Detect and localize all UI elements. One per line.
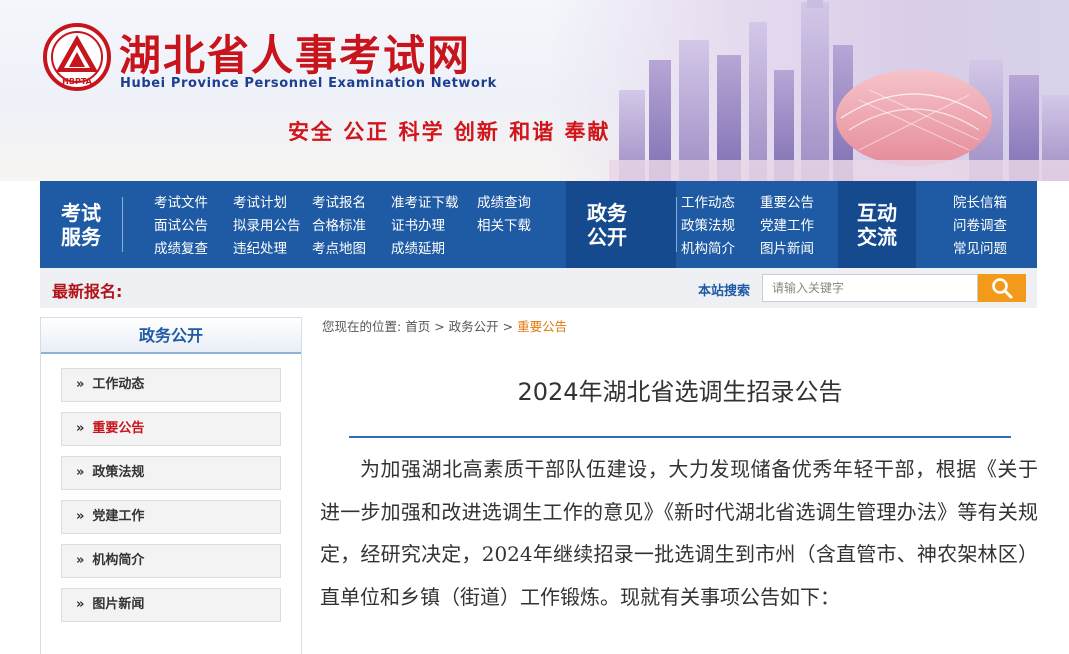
hbpta-emblem-icon[interactable]: HBPTA	[42, 22, 112, 92]
double-chevron-right-icon: »	[76, 377, 85, 392]
nav-link[interactable]: 成绩查询	[477, 193, 557, 213]
nav-section-interaction: 互动 交流 院长信箱 问卷调查 常见问题	[838, 181, 1037, 268]
sidebar: 政务公开 » 工作动态 » 重要公告 » 政策法规 » 党建工作 » 机构简介 » 图片新闻	[40, 317, 302, 654]
logo-text: HBPTA	[62, 77, 92, 86]
nav-links-gov: 工作动态 重要公告 政策法规 党建工作 机构简介 图片新闻	[681, 193, 830, 259]
sidebar-item-label: 政策法规	[92, 465, 145, 480]
breadcrumb-separator: >	[502, 319, 514, 334]
nav-link[interactable]: 院长信箱	[953, 193, 1023, 213]
nav-link[interactable]: 党建工作	[760, 216, 830, 236]
sidebar-title: 政务公开	[41, 318, 301, 354]
nav-link[interactable]: 政策法规	[681, 216, 760, 236]
nav-link[interactable]: 成绩复查	[154, 239, 233, 259]
site-title[interactable]: 湖北省人事考试网	[119, 22, 471, 83]
sidebar-item-important-notices[interactable]: » 重要公告	[61, 412, 281, 446]
article-title: 2024年湖北省选调生招录公告	[517, 378, 843, 406]
nav-link[interactable]: 违纪处理	[233, 239, 312, 259]
sidebar-item-label: 图片新闻	[92, 597, 145, 612]
nav-links-exam: 考试文件 考试计划 考试报名 准考证下载 成绩查询 面试公告 拟录用公告 合格标…	[154, 193, 557, 259]
search-icon	[992, 278, 1013, 299]
site-banner: HBPTA 湖北省人事考试网 Hubei Province Personnel …	[0, 0, 1069, 181]
breadcrumb-home[interactable]: 首页	[405, 319, 430, 334]
breadcrumb-prefix: 您现在的位置:	[322, 319, 402, 334]
nav-link[interactable]: 成绩延期	[391, 239, 477, 259]
sidebar-item-party-building[interactable]: » 党建工作	[61, 500, 281, 534]
double-chevron-right-icon: »	[76, 597, 85, 612]
nav-section-gov-affairs: 政务 公开 工作动态 重要公告 政策法规 党建工作 机构简介 图片新闻	[566, 181, 838, 268]
nav-links-interact: 院长信箱 问卷调查 常见问题	[953, 193, 1023, 259]
search-label: 本站搜索	[698, 284, 751, 299]
nav-section-title[interactable]: 政务 公开	[566, 181, 648, 268]
nav-link[interactable]: 考点地图	[312, 239, 391, 259]
sidebar-item-label: 机构简介	[92, 553, 145, 568]
city-skyline-image	[609, 0, 1069, 181]
nav-link[interactable]: 面试公告	[154, 216, 233, 236]
nav-link[interactable]: 考试报名	[312, 193, 391, 213]
nav-section-title[interactable]: 考试 服务	[40, 181, 122, 268]
sidebar-item-work-news[interactable]: » 工作动态	[61, 368, 281, 402]
site-subtitle: Hubei Province Personnel Examination Net…	[120, 76, 497, 91]
sidebar-item-label: 重要公告	[92, 421, 145, 436]
sidebar-item-photo-news[interactable]: » 图片新闻	[61, 588, 281, 622]
sidebar-item-policies[interactable]: » 政策法规	[61, 456, 281, 490]
site-slogan: 安全 公正 科学 创新 和谐 奉献	[288, 120, 611, 144]
main-nav: 考试 服务 考试文件 考试计划 考试报名 准考证下载 成绩查询 面试公告 拟录用公…	[40, 181, 1037, 268]
sidebar-item-organization[interactable]: » 机构简介	[61, 544, 281, 578]
article-body: 为加强湖北高素质干部队伍建设，大力发现储备优秀年轻干部，根据《关于进一步加强和改…	[320, 457, 1038, 609]
sidebar-item-label: 工作动态	[92, 377, 145, 392]
nav-link[interactable]: 证书办理	[391, 216, 477, 236]
double-chevron-right-icon: »	[76, 465, 85, 480]
nav-link[interactable]: 重要公告	[760, 193, 830, 213]
breadcrumb-separator: >	[434, 319, 445, 334]
nav-link[interactable]: 准考证下载	[391, 193, 477, 213]
breadcrumb-gov-affairs[interactable]: 政务公开	[449, 319, 499, 334]
nav-divider	[122, 197, 123, 252]
nav-link[interactable]: 机构简介	[681, 239, 760, 259]
nav-link[interactable]: 相关下载	[477, 216, 557, 236]
notice-bar: 最新报名: 本站搜索	[40, 268, 1037, 308]
nav-link[interactable]: 考试文件	[154, 193, 233, 213]
double-chevron-right-icon: »	[76, 509, 85, 524]
latest-registration-label: 最新报名:	[52, 282, 123, 301]
title-divider	[349, 436, 1011, 438]
nav-link[interactable]: 拟录用公告	[233, 216, 312, 236]
nav-link[interactable]: 问卷调查	[953, 216, 1023, 236]
nav-link[interactable]: 合格标准	[312, 216, 391, 236]
nav-section-exam-service: 考试 服务 考试文件 考试计划 考试报名 准考证下载 成绩查询 面试公告 拟录用公…	[40, 181, 566, 268]
breadcrumb: 您现在的位置: 首页 > 政务公开 > 重要公告	[322, 316, 567, 335]
nav-divider	[676, 197, 677, 252]
nav-section-title[interactable]: 互动 交流	[838, 181, 916, 268]
nav-link[interactable]: 工作动态	[681, 193, 760, 213]
nav-link[interactable]: 常见问题	[953, 239, 1023, 259]
nav-link[interactable]: 图片新闻	[760, 239, 830, 259]
search-input[interactable]	[762, 274, 978, 302]
double-chevron-right-icon: »	[76, 553, 85, 568]
sidebar-item-label: 党建工作	[92, 509, 145, 524]
breadcrumb-current[interactable]: 重要公告	[517, 319, 567, 334]
nav-link[interactable]: 考试计划	[233, 193, 312, 213]
search-button[interactable]	[978, 274, 1026, 302]
double-chevron-right-icon: »	[76, 421, 85, 436]
